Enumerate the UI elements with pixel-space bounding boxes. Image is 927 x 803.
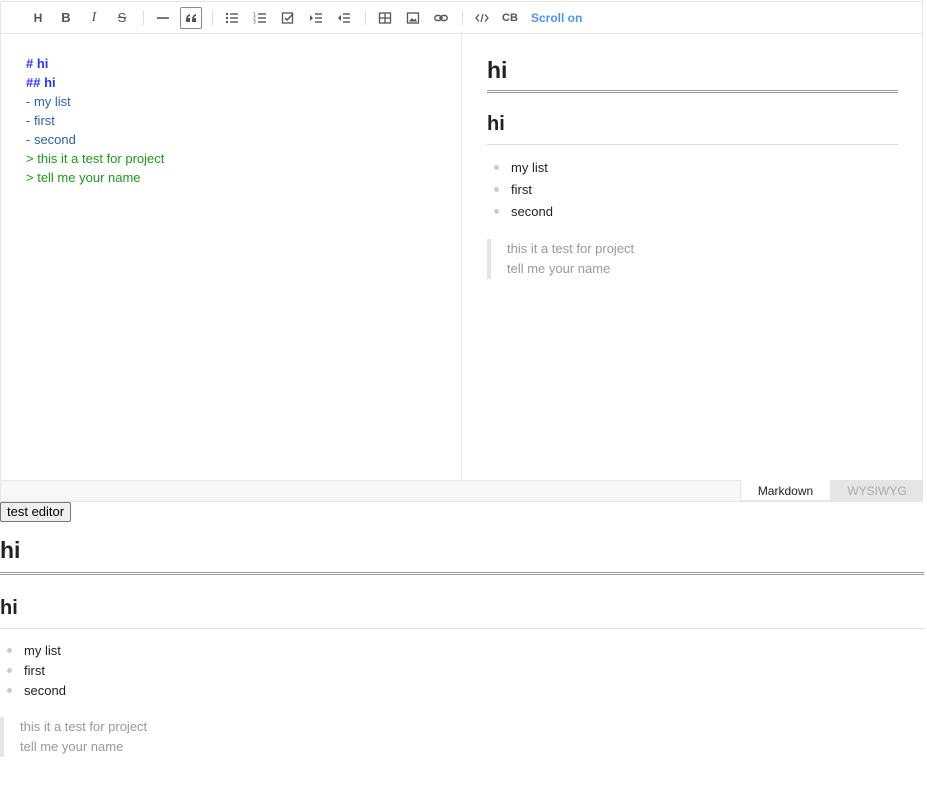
bullet-list-icon (225, 12, 238, 23)
preview-heading-1: hi (487, 56, 898, 93)
md-list-line: - second (26, 132, 76, 147)
bold-icon: B (61, 10, 71, 25)
hr-icon (157, 16, 169, 19)
list-item: my list (487, 157, 898, 179)
image-icon (406, 11, 420, 24)
tab-markdown[interactable]: Markdown (740, 480, 831, 501)
tab-wysiwyg[interactable]: WYSIWYG (831, 480, 922, 501)
heading-icon: H (33, 10, 43, 25)
list-item: second (487, 201, 898, 223)
codeblock-button[interactable]: CB (499, 7, 521, 29)
indent-icon (310, 12, 322, 23)
scroll-sync-toggle[interactable]: Scroll on (531, 11, 582, 25)
md-heading-line: ## hi (26, 75, 56, 90)
preview-pane: hi hi my list first second this it a tes… (463, 34, 922, 481)
task-list-button[interactable] (277, 7, 299, 29)
md-quote-line: > this it a test for project (26, 151, 165, 166)
toolbar-divider (212, 10, 213, 25)
table-button[interactable] (374, 7, 396, 29)
outdent-icon (338, 12, 350, 23)
output-heading-1: hi (0, 536, 924, 575)
quote-icon (186, 13, 196, 22)
quote-line: this it a test for project (507, 241, 635, 256)
rendered-output: hi hi my list first second this it a tes… (0, 536, 924, 757)
heading-button[interactable]: H (27, 7, 49, 29)
bold-button[interactable]: B (55, 7, 77, 29)
quote-line: tell me your name (507, 261, 611, 276)
editor-toolbar: H B I S 123 CB Scroll on (1, 2, 922, 34)
bullet-list-button[interactable] (221, 7, 243, 29)
md-list-line: - my list (26, 94, 71, 109)
quote-button[interactable] (180, 6, 202, 29)
output-list: my list first second (0, 641, 924, 701)
ordered-list-button[interactable]: 123 (249, 7, 271, 29)
preview-blockquote: this it a test for project tell me your … (487, 239, 898, 279)
test-editor-button[interactable]: test editor (0, 502, 72, 522)
preview-heading-2: hi (487, 111, 898, 145)
quote-line: this it a test for project (20, 719, 148, 734)
list-item: my list (0, 641, 924, 661)
list-item: second (0, 681, 924, 701)
ordered-list-icon: 123 (253, 11, 266, 25)
link-button[interactable] (430, 7, 452, 29)
code-icon (475, 13, 489, 22)
codeblock-icon: CB (502, 11, 518, 24)
preview-list: my list first second (487, 157, 898, 223)
outdent-button[interactable] (333, 7, 355, 29)
strike-button[interactable]: S (111, 7, 133, 29)
italic-icon: I (91, 9, 97, 25)
svg-text:3: 3 (253, 19, 256, 25)
markdown-input-pane[interactable]: # hi ## hi - my list - first - second > … (1, 34, 462, 481)
markdown-editor: H B I S 123 CB Scroll on # hi ## hi - my… (0, 1, 923, 502)
code-button[interactable] (471, 7, 493, 29)
md-list-line: - first (26, 113, 55, 128)
mode-switch-bar: Markdown WYSIWYG (1, 480, 922, 501)
image-button[interactable] (402, 7, 424, 29)
italic-button[interactable]: I (83, 7, 105, 29)
list-item: first (0, 661, 924, 681)
list-item: first (487, 179, 898, 201)
md-heading-line: # hi (26, 56, 49, 71)
output-heading-2: hi (0, 595, 924, 629)
toolbar-divider (143, 10, 144, 25)
strike-icon: S (117, 10, 127, 25)
indent-button[interactable] (305, 7, 327, 29)
table-icon (378, 11, 392, 24)
hr-button[interactable] (152, 7, 174, 29)
output-blockquote: this it a test for project tell me your … (0, 717, 924, 757)
link-icon (434, 14, 448, 21)
md-quote-line: > tell me your name (26, 170, 141, 185)
quote-line: tell me your name (20, 739, 124, 754)
toolbar-divider (462, 10, 463, 25)
task-list-icon (281, 11, 294, 24)
toolbar-divider (365, 10, 366, 25)
